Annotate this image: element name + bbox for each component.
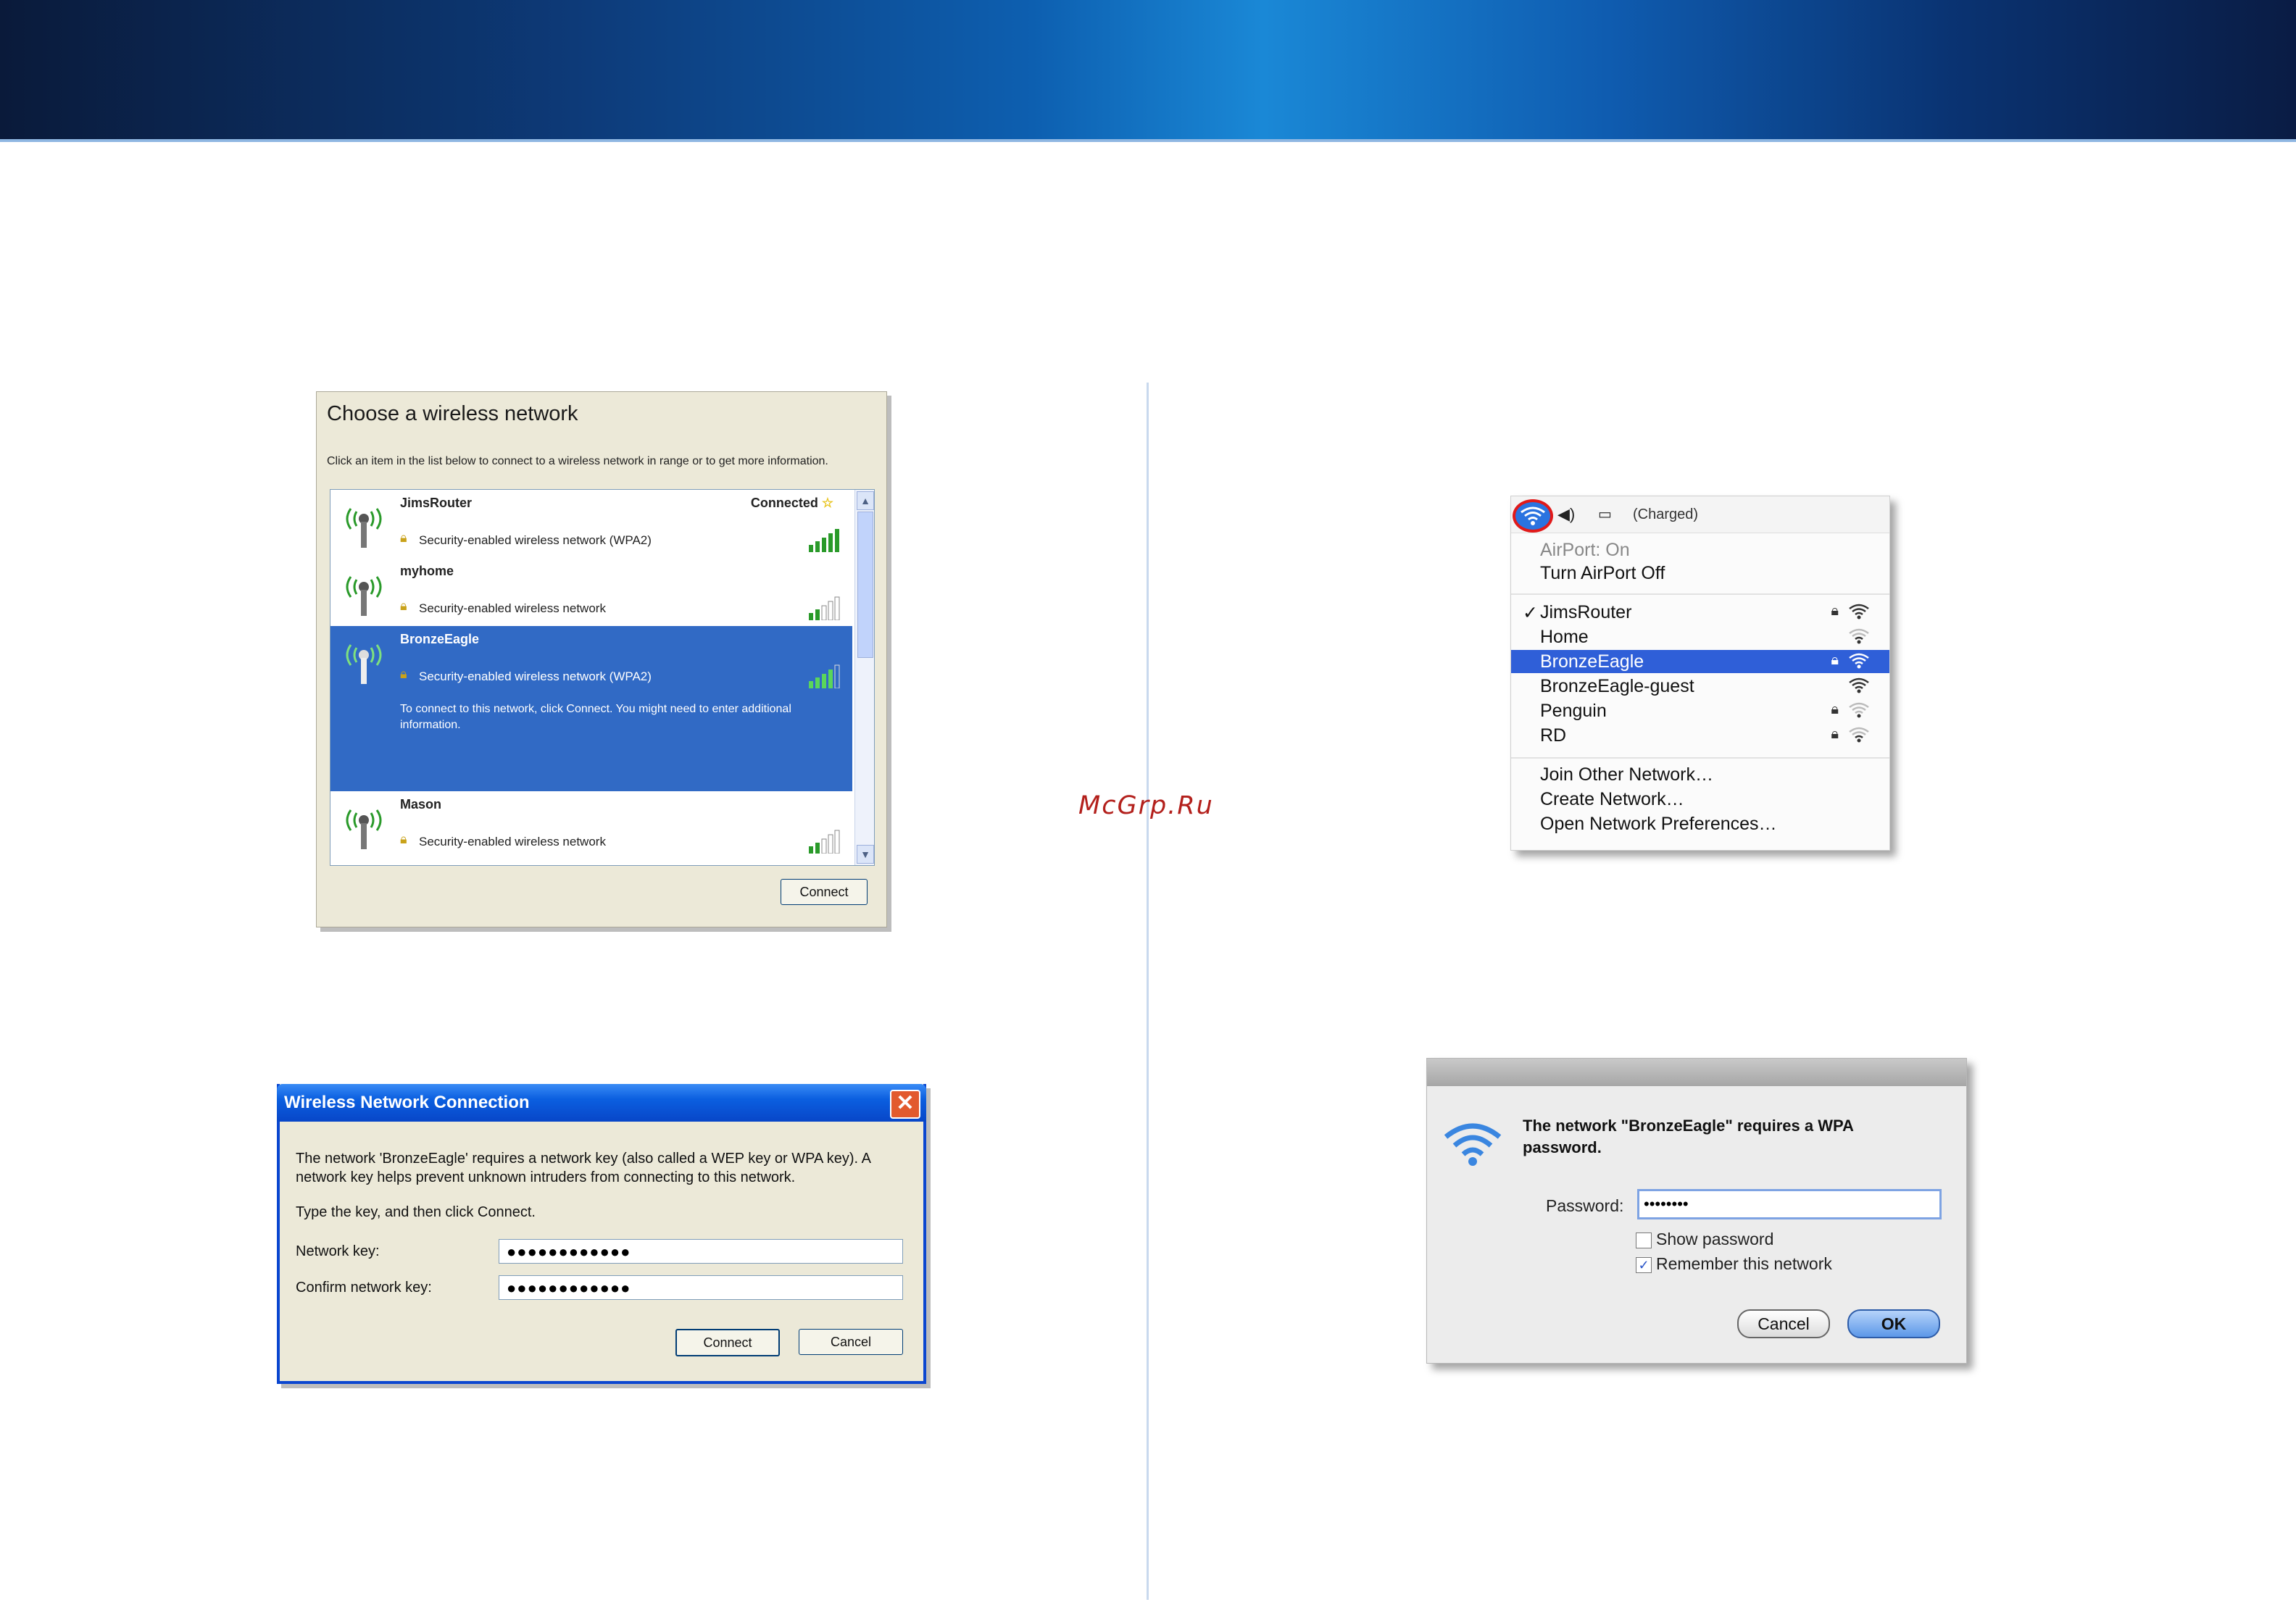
network-list-scrollbar[interactable]: ▲ ▼ [854, 490, 874, 865]
create-network-item[interactable]: Create Network… [1511, 788, 1889, 811]
antenna-icon [346, 576, 382, 616]
menu-network-bronzeeagle-guest[interactable]: BronzeEagle-guest [1511, 675, 1889, 698]
lock-icon: 🔒︎ [400, 832, 407, 846]
lock-icon: 🔒︎ [1831, 603, 1839, 619]
xp-choose-network-window: Choose a wireless network Click an item … [316, 391, 887, 927]
network-key-label: Network key: [296, 1243, 380, 1259]
mac-airport-menu: ◀) ▭ (Charged) AirPort: On Turn AirPort … [1510, 496, 1890, 851]
signal-strength-icon [809, 529, 839, 552]
network-list[interactable]: JimsRouter Connected ☆ 🔒︎ Security-enabl… [330, 489, 875, 866]
mac-password-dialog: The network "BronzeEagle" requires a WPA… [1426, 1058, 1967, 1364]
menu-separator [1511, 593, 1889, 595]
confirm-key-label: Confirm network key: [296, 1280, 432, 1296]
security-text: Security-enabled wireless network (WPA2) [419, 670, 652, 683]
dialog-message: The network "BronzeEagle" requires a WPA… [1523, 1117, 1854, 1156]
signal-strength-icon [809, 596, 840, 620]
airport-status: AirPort: On [1540, 540, 1630, 560]
network-info-text: To connect to this network, click Connec… [400, 703, 791, 731]
turn-airport-off-item[interactable]: Turn AirPort Off [1511, 562, 1889, 585]
menu-separator [1511, 757, 1889, 759]
lock-icon: 🔒︎ [400, 598, 407, 613]
menu-bar: ◀) ▭ (Charged) [1511, 496, 1889, 533]
security-text: Security-enabled wireless network (WPA2) [419, 533, 652, 547]
remember-network-checkbox[interactable]: ✓ Remember this network [1636, 1254, 1832, 1274]
menu-network-bronzeeagle[interactable]: BronzeEagle 🔒︎ [1511, 650, 1889, 673]
dialog-titlebar: Wireless Network Connection ✕ [277, 1084, 926, 1122]
password-field[interactable]: •••••••• [1637, 1189, 1942, 1219]
wifi-signal-icon [1849, 653, 1869, 669]
scroll-down-icon[interactable]: ▼ [857, 845, 874, 864]
network-key-field[interactable]: ●●●●●●●●●●●● [499, 1239, 903, 1264]
lock-icon: 🔒︎ [1831, 652, 1839, 668]
column-divider [1147, 383, 1149, 1600]
wifi-icon [1444, 1123, 1502, 1166]
network-name: Mason [400, 797, 442, 812]
antenna-icon [346, 508, 382, 548]
menu-network-penguin[interactable]: Penguin 🔒︎ [1511, 699, 1889, 722]
header-rule [0, 139, 2296, 142]
show-password-checkbox[interactable]: Show password [1636, 1230, 1773, 1249]
security-text: Security-enabled wireless network [419, 601, 606, 615]
signal-strength-icon [809, 664, 840, 688]
wifi-signal-icon [1849, 677, 1869, 693]
open-network-preferences-item[interactable]: Open Network Preferences… [1511, 812, 1889, 835]
close-icon[interactable]: ✕ [890, 1090, 920, 1119]
wifi-signal-icon [1849, 727, 1869, 743]
connected-status: Connected ☆ [750, 496, 833, 510]
wifi-signal-icon [1849, 702, 1869, 718]
header-banner [0, 0, 2296, 139]
xp-network-key-dialog: Wireless Network Connection ✕ The networ… [277, 1084, 926, 1384]
menu-network-jimsrouter[interactable]: ✓ JimsRouter 🔒︎ [1511, 601, 1889, 624]
window-title: Choose a wireless network [327, 402, 578, 425]
lock-icon: 🔒︎ [400, 530, 407, 545]
battery-icon[interactable]: ▭ [1598, 505, 1612, 523]
scroll-up-icon[interactable]: ▲ [857, 491, 874, 510]
menu-network-home[interactable]: Home [1511, 625, 1889, 648]
cancel-button[interactable]: Cancel [799, 1329, 903, 1355]
password-label: Password: [1546, 1196, 1624, 1215]
lock-icon: 🔒︎ [1831, 701, 1839, 717]
dialog-titlebar [1427, 1059, 1966, 1086]
dialog-title: Wireless Network Connection [284, 1093, 530, 1112]
network-name: BronzeEagle [400, 632, 480, 646]
watermark: McGrp.Ru [1078, 791, 1214, 820]
network-item-mason[interactable]: Mason 🔒︎ Security-enabled wireless netwo… [330, 791, 852, 859]
confirm-key-field[interactable]: ●●●●●●●●●●●● [499, 1275, 903, 1300]
menu-network-rd[interactable]: RD 🔒︎ [1511, 724, 1889, 747]
antenna-icon [346, 809, 382, 849]
dialog-message: The network 'BronzeEagle' requires a net… [296, 1151, 870, 1185]
network-item-jimsrouter[interactable]: JimsRouter Connected ☆ 🔒︎ Security-enabl… [330, 490, 852, 558]
connect-button[interactable]: Connect [675, 1329, 780, 1356]
connect-button[interactable]: Connect [781, 879, 868, 905]
checkbox-unchecked-icon [1636, 1232, 1652, 1248]
wifi-icon[interactable] [1513, 499, 1553, 533]
cancel-button[interactable]: Cancel [1737, 1309, 1830, 1338]
dialog-instruction: Type the key, and then click Connect. [296, 1204, 536, 1220]
lock-icon: 🔒︎ [1831, 726, 1839, 742]
network-name: JimsRouter [400, 496, 473, 510]
signal-strength-icon [809, 830, 840, 854]
battery-status: (Charged) [1633, 506, 1699, 522]
lock-icon: 🔒︎ [400, 667, 407, 681]
volume-icon[interactable]: ◀) [1557, 505, 1575, 524]
wifi-signal-icon [1849, 604, 1869, 620]
antenna-icon [346, 644, 382, 684]
network-name: myhome [400, 564, 454, 578]
network-item-myhome[interactable]: myhome 🔒︎ Security-enabled wireless netw… [330, 558, 852, 626]
star-icon: ☆ [821, 496, 833, 510]
security-text: Security-enabled wireless network [419, 835, 606, 848]
scroll-thumb[interactable] [857, 512, 873, 658]
ok-button[interactable]: OK [1847, 1309, 1940, 1338]
wifi-signal-icon [1849, 628, 1869, 644]
window-description: Click an item in the list below to conne… [327, 455, 828, 467]
checkmark-icon: ✓ [1523, 603, 1538, 623]
network-item-bronzeeagle[interactable]: BronzeEagle 🔒︎ Security-enabled wireless… [330, 626, 852, 791]
checkbox-checked-icon: ✓ [1636, 1256, 1652, 1273]
join-other-network-item[interactable]: Join Other Network… [1511, 763, 1889, 786]
